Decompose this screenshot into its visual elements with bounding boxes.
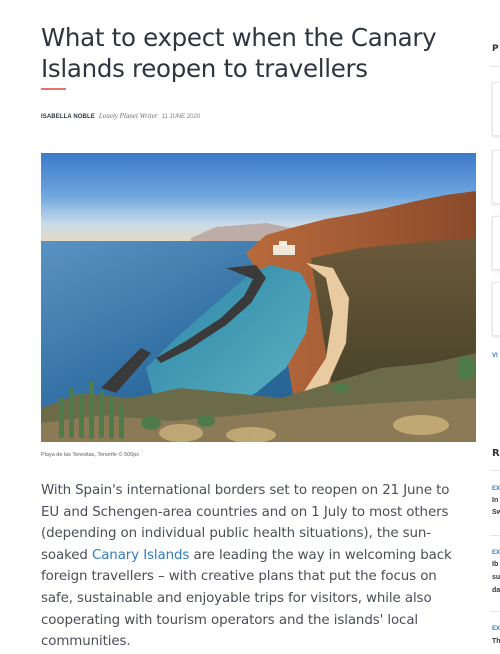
title-accent-rule [41,88,66,90]
sidebar-card[interactable] [492,282,500,336]
author-role: Lonely Planet Writer [98,112,158,120]
sidebar-item-tag[interactable]: EX [492,626,500,632]
sidebar-card[interactable] [492,216,500,270]
sidebar-card[interactable] [492,82,500,136]
image-caption: Playa de las Teresitas, Tenerife © 500px [41,452,140,458]
sidebar-item-text[interactable]: su [492,574,500,581]
article-intro-paragraph: With Spain's international borders set t… [41,480,469,653]
sidebar-item-tag[interactable]: EX [492,486,500,492]
sidebar-divider [490,611,500,612]
sidebar-item-text[interactable]: da [492,587,500,594]
hero-image [41,153,476,442]
article-title: What to expect when the Canary Islands r… [41,23,437,83]
sidebar-item-text[interactable]: Ib [492,561,498,568]
beach-photo [41,153,476,442]
sidebar-divider [490,66,500,67]
author-name[interactable]: ISABELLA NOBLE [41,114,95,120]
publish-date: 11 JUNE 2020 [161,114,201,120]
sidebar-card[interactable] [492,150,500,204]
right-sidebar: P VI R EX In Sw EX Ib su da EX Th [490,0,500,654]
sidebar-divider [490,470,500,471]
sidebar-item-text[interactable]: Th [492,638,500,645]
sidebar-divider [490,535,500,536]
byline: ISABELLA NOBLE Lonely Planet Writer 11 JUN… [41,112,200,121]
canary-islands-link[interactable]: Canary Islands [92,548,189,563]
sidebar-view-all-link[interactable]: VI [492,353,498,359]
sidebar-section-heading-1: P [492,44,499,54]
sidebar-section-heading-2: R [492,448,500,459]
sidebar-item-text[interactable]: Sw [492,509,500,516]
sidebar-item-text[interactable]: In [492,497,498,504]
sidebar-item-tag[interactable]: EX [492,550,500,556]
